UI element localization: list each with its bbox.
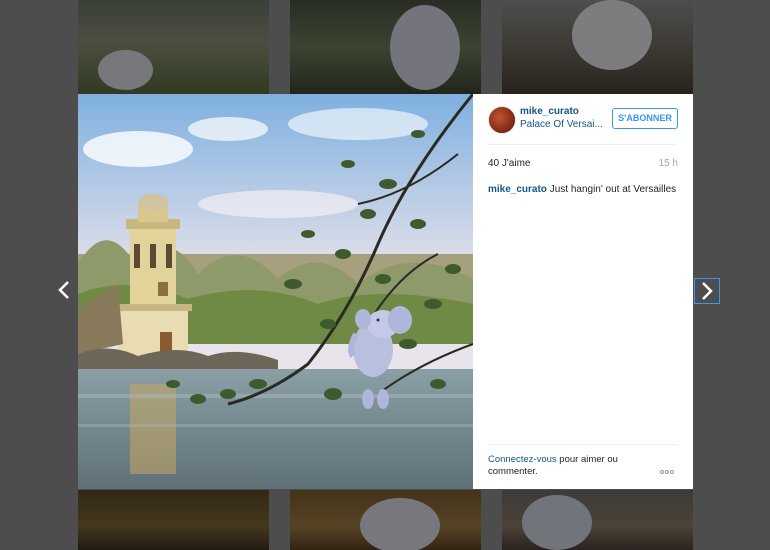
dot-icon [660,470,664,474]
versailles-photo-image [78,94,473,489]
post-modal: mike_curato Palace Of Versai... S'ABONNE… [78,94,693,489]
divider [488,144,678,145]
grid-thumbnail[interactable] [290,490,481,550]
grid-thumbnail[interactable] [78,0,269,94]
chevron-left-icon [58,281,69,299]
avatar[interactable] [488,106,516,134]
chevron-right-icon [702,282,713,300]
grid-thumbnail[interactable] [502,0,693,94]
grid-thumbnail[interactable] [502,490,693,550]
post-header: mike_curato Palace Of Versai... S'ABONNE… [488,104,678,146]
caption-text: Just hangin' out at Versailles [546,184,677,195]
username-link[interactable]: mike_curato [520,106,579,117]
more-options-button[interactable] [660,461,678,474]
likes-count[interactable]: 40 J'aime [488,158,531,169]
grid-thumbnail[interactable] [290,0,481,94]
previous-button[interactable] [58,280,70,304]
login-link[interactable]: Connectez-vous [488,454,557,465]
grid-thumbnail[interactable] [78,490,269,550]
caption: mike_curato Just hangin' out at Versaill… [488,183,678,196]
dot-icon [665,470,669,474]
location-link[interactable]: Palace Of Versai... [520,119,605,130]
post-sidebar: mike_curato Palace Of Versai... S'ABONNE… [473,94,693,489]
caption-username-link[interactable]: mike_curato [488,184,547,195]
login-prompt: Connectez-vous pour aimer ou commenter. [488,454,638,478]
next-button[interactable] [694,278,720,304]
follow-button[interactable]: S'ABONNER [612,108,678,129]
dot-icon [670,470,674,474]
post-timestamp[interactable]: 15 h [659,158,678,169]
post-photo[interactable] [78,94,473,489]
divider [488,444,678,445]
